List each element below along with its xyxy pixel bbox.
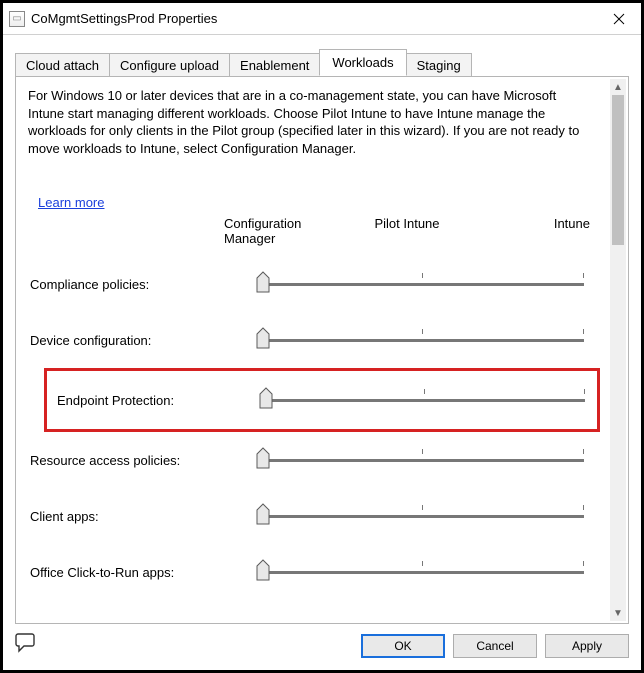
close-icon (613, 13, 625, 25)
workload-row: Device configuration: (26, 312, 596, 368)
scroll-down-arrow-icon[interactable]: ▼ (610, 605, 626, 621)
learn-more-link[interactable]: Learn more (38, 195, 104, 210)
slider-tick (583, 273, 584, 278)
scrollbar[interactable]: ▲ ▼ (610, 79, 626, 621)
slider-thumb[interactable] (256, 271, 270, 293)
close-button[interactable] (597, 4, 641, 34)
workload-label: Device configuration: (26, 333, 256, 348)
workload-row: Office Click-to-Run apps: (26, 544, 596, 600)
workload-label: Compliance policies: (26, 277, 256, 292)
slider-tick (422, 561, 423, 566)
slider-tick (583, 505, 584, 510)
workload-row: Endpoint Protection: (44, 368, 600, 432)
scroll-thumb[interactable] (612, 95, 624, 245)
workload-label: Client apps: (26, 509, 256, 524)
workload-row: Resource access policies: (26, 432, 596, 488)
slider-thumb[interactable] (256, 503, 270, 525)
app-icon: ▭ (9, 11, 25, 27)
workload-label: Resource access policies: (26, 453, 256, 468)
column-pilot-intune: Pilot Intune (346, 216, 468, 246)
titlebar: ▭ CoMgmtSettingsProd Properties (3, 3, 641, 35)
slider-tick (422, 329, 423, 334)
column-headers: Configuration Manager Pilot Intune Intun… (26, 216, 596, 246)
slider-tick (583, 329, 584, 334)
window-title: CoMgmtSettingsProd Properties (31, 11, 217, 26)
workload-label: Office Click-to-Run apps: (26, 565, 256, 580)
slider-tick (422, 273, 423, 278)
slider-tick (422, 449, 423, 454)
workload-row: Compliance policies: (26, 256, 596, 312)
workload-slider[interactable] (256, 325, 588, 355)
tab-configure-upload[interactable]: Configure upload (109, 53, 230, 77)
slider-track (262, 339, 584, 342)
description-text: For Windows 10 or later devices that are… (26, 85, 596, 157)
slider-tick (583, 449, 584, 454)
slider-thumb[interactable] (256, 447, 270, 469)
workload-slider[interactable] (256, 445, 588, 475)
slider-tick (424, 389, 425, 394)
slider-thumb[interactable] (259, 387, 273, 409)
slider-track (262, 459, 584, 462)
feedback-icon[interactable] (15, 632, 39, 660)
tab-strip: Cloud attachConfigure uploadEnablementWo… (15, 49, 629, 76)
slider-tick (583, 561, 584, 566)
workloads-panel: ▲ ▼ For Windows 10 or later devices that… (15, 76, 629, 624)
workload-slider[interactable] (256, 269, 588, 299)
slider-tick (584, 389, 585, 394)
slider-tick (422, 505, 423, 510)
slider-thumb[interactable] (256, 559, 270, 581)
tab-enablement[interactable]: Enablement (229, 53, 320, 77)
workload-slider[interactable] (256, 557, 588, 587)
workload-row: Client apps: (26, 488, 596, 544)
scroll-up-arrow-icon[interactable]: ▲ (610, 79, 626, 95)
workload-slider[interactable] (259, 385, 589, 415)
slider-track (262, 571, 584, 574)
slider-track (262, 515, 584, 518)
slider-thumb[interactable] (256, 327, 270, 349)
cancel-button[interactable]: Cancel (453, 634, 537, 658)
column-intune: Intune (468, 216, 596, 246)
slider-track (262, 283, 584, 286)
workload-label: Endpoint Protection: (53, 393, 259, 408)
workload-slider[interactable] (256, 501, 588, 531)
slider-track (265, 399, 585, 402)
tab-cloud-attach[interactable]: Cloud attach (15, 53, 110, 77)
column-config-manager: Configuration Manager (224, 216, 346, 246)
apply-button[interactable]: Apply (545, 634, 629, 658)
tab-workloads[interactable]: Workloads (319, 49, 406, 76)
ok-button[interactable]: OK (361, 634, 445, 658)
tab-staging[interactable]: Staging (406, 53, 472, 77)
button-bar: OK Cancel Apply (3, 624, 641, 670)
